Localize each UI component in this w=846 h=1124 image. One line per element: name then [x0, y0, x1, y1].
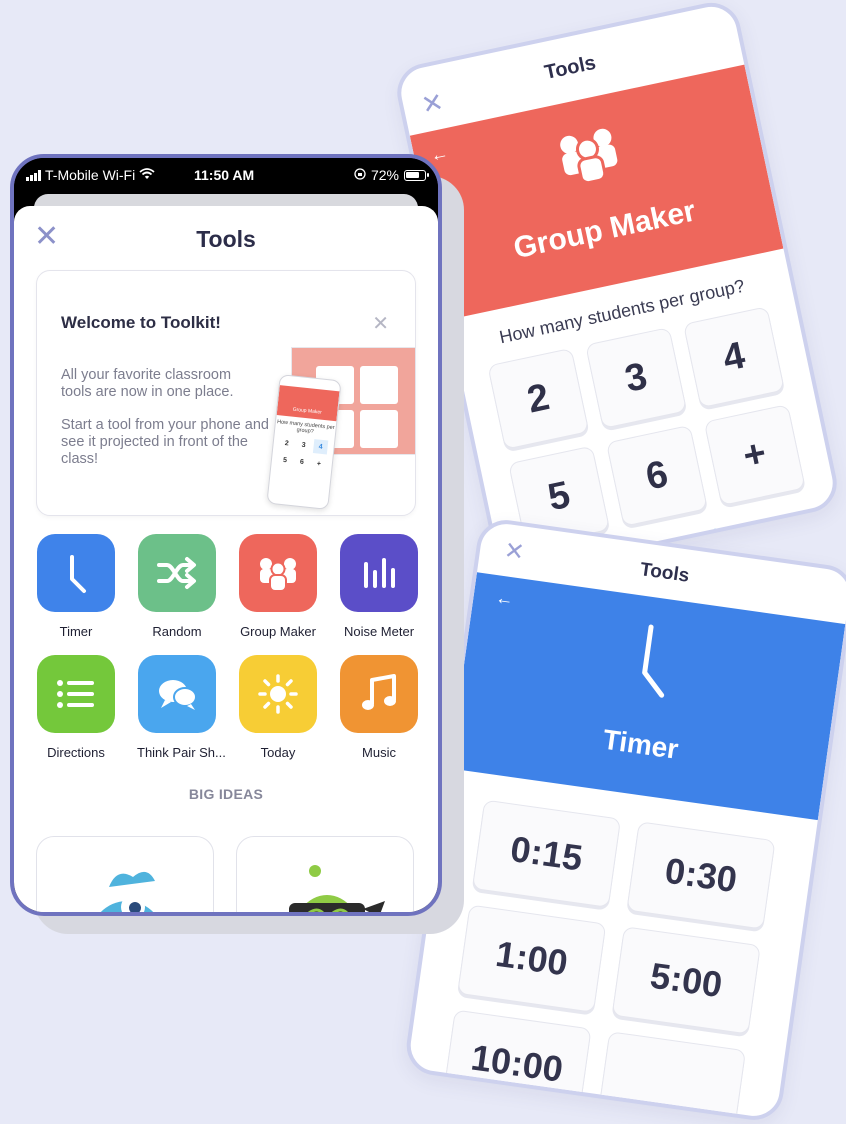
mini-number: 3 — [301, 441, 306, 449]
welcome-body-2: Start a tool from your phone and see it … — [61, 417, 269, 467]
carrier-label: T-Mobile Wi-Fi — [45, 167, 136, 183]
tool-group-maker-tile[interactable] — [239, 534, 317, 612]
tools-sheet: ✕ Tools Welcome to Toolkit! ✕ All your f… — [14, 206, 438, 912]
tool-noise-meter-label: Noise Meter — [343, 624, 415, 639]
blue-monster-illustration — [100, 871, 155, 912]
group-size-6-button[interactable]: 6 — [605, 424, 708, 527]
back-arrow-icon[interactable]: ← — [494, 587, 515, 610]
mini-number: 2 — [284, 439, 290, 447]
mini-number-grid: 2 3 4 5 6 + — [271, 435, 334, 472]
group-icon — [260, 558, 296, 592]
green-ninja-illustration — [289, 865, 385, 912]
mini-number: + — [316, 459, 322, 468]
timer-hero-title: Timer — [600, 723, 681, 765]
mini-question: How many students per group? — [276, 419, 335, 435]
tool-timer-label: Timer — [59, 624, 93, 639]
status-right: 72% — [354, 167, 429, 183]
tool-directions-tile[interactable] — [37, 655, 115, 733]
tools-title: Tools — [196, 226, 256, 252]
timer-phone: ✕ Tools ← Timer 0:15 0:30 1:00 5:00 10:0… — [402, 516, 846, 1124]
tool-music[interactable]: Music — [339, 655, 419, 760]
battery-percentage: 72% — [370, 167, 399, 183]
projection-illustration: Group Maker How many students per group?… — [266, 343, 415, 515]
mini-hero-title: Group Maker — [276, 385, 340, 422]
chat-bubbles-icon — [159, 680, 197, 710]
tool-directions[interactable]: Directions — [36, 655, 116, 760]
equalizer-icon — [364, 558, 395, 588]
tool-today-tile[interactable] — [239, 655, 317, 733]
tool-music-label: Music — [362, 745, 396, 760]
big-idea-card-2[interactable] — [236, 836, 414, 912]
tools-header: ✕ Tools — [14, 206, 438, 270]
tool-random-tile[interactable] — [138, 534, 216, 612]
mini-number: 5 — [282, 456, 288, 464]
tool-random-label: Random — [152, 624, 202, 639]
orientation-lock-icon — [354, 167, 366, 183]
big-idea-card-1[interactable] — [36, 836, 214, 912]
signal-icon — [26, 169, 41, 181]
welcome-card: Welcome to Toolkit! ✕ All your favorite … — [36, 270, 416, 516]
tool-noise-meter-tile[interactable] — [340, 534, 418, 612]
welcome-body-1: All your favorite classroom tools are no… — [61, 367, 234, 400]
tool-group-maker[interactable]: Group Maker — [238, 534, 318, 639]
dismiss-welcome-icon[interactable]: ✕ — [372, 311, 389, 336]
wifi-icon — [139, 167, 155, 183]
tool-group-maker-label: Group Maker — [240, 624, 316, 639]
status-bar: T-Mobile Wi-Fi 11:50 AM 72% — [14, 158, 438, 192]
tool-think-pair-share-label: Think Pair Sh... — [137, 745, 226, 760]
tool-timer-tile[interactable] — [37, 534, 115, 612]
big-ideas-heading: BIG IDEAS — [188, 786, 264, 802]
tool-today-label: Today — [260, 745, 296, 760]
tool-random[interactable]: Random — [137, 534, 217, 639]
clock-icon — [70, 555, 86, 593]
carrier-group: T-Mobile Wi-Fi — [26, 167, 155, 183]
timer-custom-button[interactable] — [596, 1031, 747, 1124]
tool-think-pair-share[interactable]: Think Pair Sh... — [137, 655, 226, 760]
tool-directions-label: Directions — [47, 745, 105, 760]
group-size-3-button[interactable]: 3 — [585, 326, 688, 429]
battery-icon — [404, 169, 429, 181]
group-size-2-button[interactable]: 2 — [487, 347, 590, 450]
clock-hands-icon — [617, 616, 688, 709]
group-icon — [546, 118, 632, 197]
status-time: 11:50 AM — [194, 167, 255, 183]
main-phone: T-Mobile Wi-Fi 11:50 AM 72% ✕ Tools Welc… — [10, 154, 442, 916]
tools-grid: Timer Random Group Maker Noise Meter Dir… — [36, 534, 420, 760]
mini-number: 6 — [299, 458, 305, 466]
mini-phone-illustration: Group Maker How many students per group?… — [266, 374, 342, 510]
group-size-more-button[interactable]: + — [703, 404, 806, 507]
timer-5-00-button[interactable]: 5:00 — [611, 926, 761, 1035]
tool-noise-meter[interactable]: Noise Meter — [339, 534, 419, 639]
list-icon — [57, 680, 94, 708]
tool-timer[interactable]: Timer — [36, 534, 116, 639]
music-note-icon — [362, 674, 396, 710]
sun-icon — [258, 674, 298, 714]
tool-think-pair-share-tile[interactable] — [138, 655, 216, 733]
timer-0-30-button[interactable]: 0:30 — [626, 821, 776, 930]
tool-music-tile[interactable] — [340, 655, 418, 733]
tool-today[interactable]: Today — [238, 655, 318, 760]
mini-number: 4 — [312, 439, 329, 455]
timer-preset-grid: 0:15 0:30 1:00 5:00 10:00 — [404, 794, 814, 1124]
timer-0-15-button[interactable]: 0:15 — [471, 799, 622, 908]
welcome-title: Welcome to Toolkit! — [61, 313, 221, 332]
shuffle-icon — [157, 557, 196, 589]
group-size-4-button[interactable]: 4 — [682, 306, 785, 409]
group-maker-hero-title: Group Maker — [510, 194, 699, 266]
timer-1-00-button[interactable]: 1:00 — [457, 904, 607, 1013]
